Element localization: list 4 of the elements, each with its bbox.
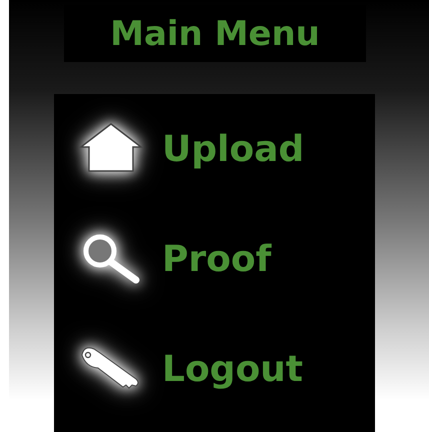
menu-item[interactable]: Upload [54, 120, 375, 178]
menu-item[interactable]: Proof [54, 230, 375, 288]
menu-title: Main Menu [110, 14, 320, 54]
menu-item[interactable]: Logout [54, 340, 375, 398]
